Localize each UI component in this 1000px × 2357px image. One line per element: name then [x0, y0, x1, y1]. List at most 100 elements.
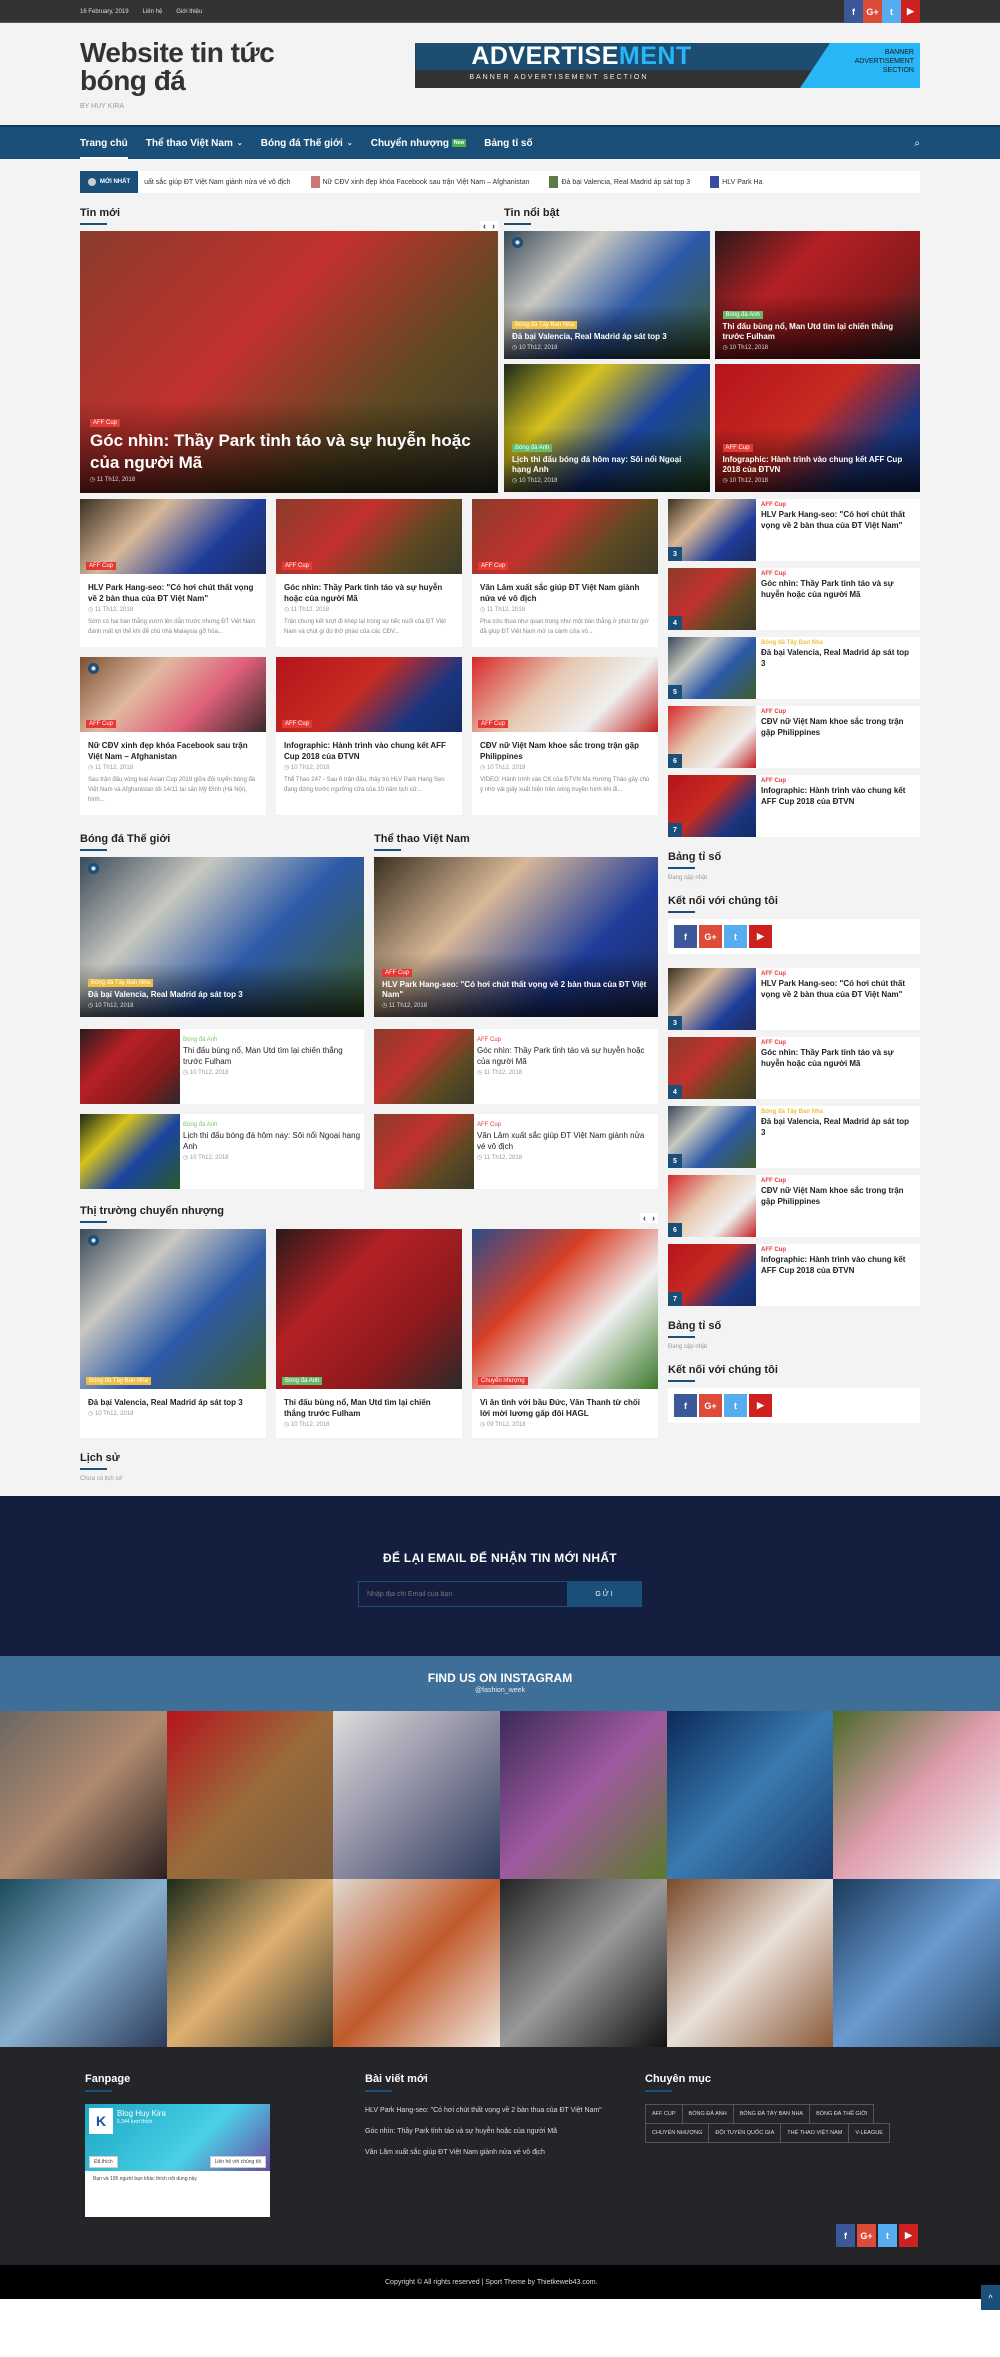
- post-title[interactable]: Đả bại Valencia, Real Madrid áp sát top …: [761, 647, 915, 669]
- site-logo[interactable]: Website tin tức bóng đá BY HUY KIRA: [80, 23, 332, 111]
- page-name[interactable]: Blog Huy Kira: [117, 2109, 166, 2118]
- category-tag[interactable]: Bóng đá Tây Ban Nha: [88, 979, 153, 987]
- post-title[interactable]: Vì ân tình với bầu Đức, Văn Thanh từ chố…: [480, 1397, 650, 1419]
- ticker-item[interactable]: HLV Park Ha: [710, 176, 763, 188]
- featured-post[interactable]: ◉ Bóng đá Tây Ban Nha Đả bại Valencia, R…: [504, 231, 710, 359]
- nav-home[interactable]: Trang chủ: [80, 127, 128, 159]
- post-title[interactable]: Thi đấu bùng nổ, Man Utd tìm lại chiến t…: [284, 1397, 454, 1419]
- category-link[interactable]: ĐỘI TUYỂN QUỐC GIA: [708, 2123, 782, 2143]
- site-title[interactable]: Website tin tức bóng đá: [80, 39, 332, 95]
- post-title[interactable]: Thi đấu bùng nổ, Man Utd tìm lại chiến t…: [723, 322, 913, 342]
- post-title[interactable]: Đả bại Valencia, Real Madrid áp sát top …: [88, 1397, 258, 1408]
- recent-post-link[interactable]: Văn Lâm xuất sắc giúp ĐT Việt Nam giành …: [365, 2146, 645, 2159]
- featured-post[interactable]: Bóng đá Anh Lịch thi đấu bóng đá hôm nay…: [504, 364, 710, 492]
- next-arrow-icon[interactable]: ›: [649, 1213, 658, 1223]
- instagram-photo[interactable]: [0, 1711, 167, 1879]
- twitter-icon[interactable]: t: [724, 925, 747, 948]
- post-title[interactable]: HLV Park Hang-seo: "Có hơi chút thất vọn…: [761, 978, 915, 1000]
- category-tag[interactable]: Bóng đá Anh: [282, 1377, 323, 1385]
- google-plus-icon[interactable]: G+: [699, 1394, 722, 1417]
- list-item[interactable]: 3 AFF Cup HLV Park Hang-seo: "Có hơi chút …: [668, 968, 920, 1030]
- list-item[interactable]: 7 AFF Cup Infographic: Hành trình vào chun…: [668, 775, 920, 837]
- post-title[interactable]: CĐV nữ Việt Nam khoe sắc trong trận gặp …: [761, 1185, 915, 1207]
- category-link[interactable]: THỂ THAO VIỆT NAM: [780, 2123, 850, 2143]
- instagram-photo[interactable]: [666, 1879, 834, 2047]
- post-title[interactable]: Đả bại Valencia, Real Madrid áp sát top …: [88, 990, 356, 1000]
- category-label[interactable]: AFF Cup: [477, 1122, 655, 1128]
- back-to-top-button[interactable]: ^: [981, 2285, 1000, 2310]
- category-label[interactable]: AFF Cup: [761, 571, 915, 577]
- category-label[interactable]: AFF Cup: [761, 1247, 915, 1253]
- post-title[interactable]: Góc nhìn: Thầy Park tỉnh táo và sự huyễn…: [761, 1047, 915, 1069]
- instagram-photo[interactable]: [166, 1879, 334, 2047]
- list-item[interactable]: 4 AFF Cup Góc nhìn: Thầy Park tỉnh táo và …: [668, 1037, 920, 1099]
- category-link[interactable]: BÓNG ĐÁ THẾ GIỚI: [809, 2104, 875, 2124]
- category-label[interactable]: AFF Cup: [761, 778, 915, 784]
- category-tag[interactable]: AFF Cup: [478, 720, 509, 728]
- featured-post[interactable]: ◉ Bóng đá Tây Ban Nha Đả bại Valencia, R…: [80, 857, 364, 1017]
- category-tag[interactable]: Bóng đá Tây Ban Nha: [512, 321, 577, 329]
- list-item[interactable]: 5 Bóng đá Tây Ban Nha Đả bại Valencia, Rea…: [668, 1106, 920, 1168]
- instagram-photo[interactable]: [333, 1711, 500, 1879]
- featured-post[interactable]: Bóng đá Anh Thi đấu bùng nổ, Man Utd tìm…: [714, 231, 920, 359]
- instagram-photo[interactable]: [666, 1711, 834, 1879]
- post-title[interactable]: Thi đấu bùng nổ, Man Utd tìm lại chiến t…: [183, 1045, 361, 1067]
- category-tag[interactable]: AFF Cup: [282, 562, 313, 570]
- featured-post[interactable]: AFF Cup Góc nhìn: Thầy Park tỉnh táo và …: [80, 231, 498, 493]
- instagram-photo[interactable]: [500, 1711, 667, 1879]
- category-label[interactable]: Bóng đá Anh: [183, 1037, 361, 1043]
- list-item[interactable]: AFF Cup Văn Lâm xuất sắc giúp ĐT Việt Nam…: [374, 1114, 658, 1189]
- list-item[interactable]: 6 AFF Cup CĐV nữ Việt Nam khoe sắc trong t…: [668, 1175, 920, 1237]
- post-title[interactable]: Infographic: Hành trình vào chung kết AF…: [723, 455, 913, 475]
- post-card[interactable]: ◉ Bóng đá Tây Ban Nha Đả bại Valencia, Rea…: [80, 1229, 266, 1438]
- category-tag[interactable]: AFF Cup: [90, 419, 121, 427]
- post-title[interactable]: Infographic: Hành trình vào chung kết AF…: [761, 785, 915, 807]
- ticker-item[interactable]: Nữ CĐV xinh đẹp khóa Facebook sau trận V…: [310, 176, 529, 188]
- category-label[interactable]: AFF Cup: [761, 502, 915, 508]
- category-label[interactable]: AFF Cup: [761, 709, 915, 715]
- list-item[interactable]: Bóng đá Anh Lịch thi đấu bóng đá hôm nay:…: [80, 1114, 364, 1189]
- post-title[interactable]: Lịch thi đấu bóng đá hôm nay: Sôi nổi Ng…: [183, 1130, 361, 1152]
- facebook-icon[interactable]: f: [674, 925, 697, 948]
- category-label[interactable]: Bóng đá Anh: [183, 1122, 361, 1128]
- category-label[interactable]: Bóng đá Tây Ban Nha: [761, 1109, 915, 1115]
- post-title[interactable]: HLV Park Hang-seo: "Có hơi chút thất vọn…: [88, 582, 258, 604]
- facebook-icon[interactable]: f: [844, 0, 863, 23]
- recent-post-link[interactable]: HLV Park Hang-seo: "Có hơi chút thất vọn…: [365, 2104, 645, 2117]
- next-arrow-icon[interactable]: ›: [489, 221, 498, 231]
- google-plus-icon[interactable]: G+: [857, 2224, 876, 2247]
- advertisement-banner[interactable]: ADVERTISEMENT BANNER ADVERTISEMENT SECTI…: [415, 43, 920, 88]
- post-card[interactable]: AFF Cup Góc nhìn: Thầy Park tỉnh táo và …: [276, 499, 462, 647]
- category-label[interactable]: AFF Cup: [761, 1040, 915, 1046]
- submit-button[interactable]: GỬI: [568, 1581, 642, 1607]
- post-card[interactable]: AFF Cup Văn Lâm xuất sắc giúp ĐT Việt Na…: [472, 499, 658, 647]
- category-link[interactable]: CHUYỂN NHƯỢNG: [645, 2123, 710, 2143]
- category-link[interactable]: V-LEAGUE: [848, 2123, 890, 2143]
- prev-arrow-icon[interactable]: ‹: [640, 1213, 649, 1223]
- ticker-item[interactable]: Đả bại Valencia, Real Madrid áp sát top …: [549, 176, 690, 188]
- category-link[interactable]: AFF CUP: [645, 2104, 683, 2124]
- category-tag[interactable]: Chuyển nhượng: [478, 1377, 528, 1385]
- post-title[interactable]: Văn Lâm xuất sắc giúp ĐT Việt Nam giành …: [477, 1130, 655, 1152]
- category-link[interactable]: BÓNG ĐÁ TÂY BAN NHA: [732, 2104, 811, 2124]
- twitter-icon[interactable]: t: [724, 1394, 747, 1417]
- post-title[interactable]: Góc nhìn: Thầy Park tỉnh táo và sự huyễn…: [761, 578, 915, 600]
- instagram-handle[interactable]: @fashion_week: [0, 1687, 1000, 1694]
- featured-post[interactable]: AFF Cup Infographic: Hành trình vào chun…: [714, 364, 920, 492]
- liked-button[interactable]: Đã thích: [89, 2156, 118, 2168]
- category-tag[interactable]: Bóng đá Tây Ban Nha: [86, 1377, 151, 1385]
- list-item[interactable]: 3 AFF Cup HLV Park Hang-seo: "Có hơi chút …: [668, 499, 920, 561]
- nav-bong-da-the-gioi[interactable]: Bóng đá Thế giới ⌄: [261, 127, 353, 159]
- post-card[interactable]: AFF Cup Infographic: Hành trình vào chun…: [276, 657, 462, 815]
- post-title[interactable]: HLV Park Hang-seo: "Có hơi chút thất vọn…: [382, 980, 650, 1000]
- category-label[interactable]: AFF Cup: [477, 1037, 655, 1043]
- post-card[interactable]: AFF Cup CĐV nữ Việt Nam khoe sắc trong t…: [472, 657, 658, 815]
- category-tag[interactable]: Bóng đá Anh: [512, 444, 553, 452]
- list-item[interactable]: 7 AFF Cup Infographic: Hành trình vào chun…: [668, 1244, 920, 1306]
- category-tag[interactable]: AFF Cup: [282, 720, 313, 728]
- category-link[interactable]: BÓNG ĐÁ ANH: [681, 2104, 734, 2124]
- post-title[interactable]: Infographic: Hành trình vào chung kết AF…: [284, 740, 454, 762]
- post-title[interactable]: Văn Lâm xuất sắc giúp ĐT Việt Nam giành …: [480, 582, 650, 604]
- post-title[interactable]: Góc nhìn: Thầy Park tỉnh táo và sự huyễn…: [284, 582, 454, 604]
- ticker-item[interactable]: uất sắc giúp ĐT Việt Nam giành nửa vé vô…: [144, 179, 290, 186]
